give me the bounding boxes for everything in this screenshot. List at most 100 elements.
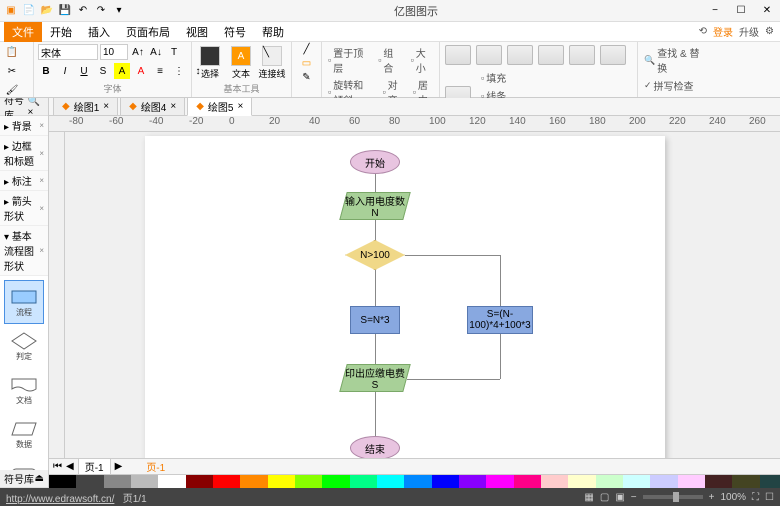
- upgrade-link[interactable]: 升级: [739, 24, 759, 39]
- view-mode-icon[interactable]: ▦: [584, 492, 593, 503]
- bring-front-btn[interactable]: ▫ 置于顶层: [326, 44, 370, 76]
- zoom-in-icon[interactable]: +: [709, 492, 715, 503]
- menu-symbols[interactable]: 符号: [216, 22, 254, 42]
- save-icon[interactable]: 💾: [58, 4, 72, 18]
- brush-icon[interactable]: 🖌: [4, 82, 20, 98]
- color-swatch[interactable]: [404, 475, 431, 488]
- highlight-icon[interactable]: A: [114, 63, 130, 79]
- page-viewport[interactable]: 开始 输入用电度数N N>100 S=N*3 S=(N-100)*4+100*3…: [65, 132, 780, 458]
- find-replace-btn[interactable]: 🔍 查找 & 替换: [642, 44, 706, 76]
- zoom-out-icon[interactable]: −: [631, 492, 637, 503]
- connector[interactable]: [405, 255, 500, 256]
- color-swatch[interactable]: [568, 475, 595, 488]
- rect-shape-icon[interactable]: ▭: [302, 58, 311, 69]
- menu-pagelayout[interactable]: 页面布局: [118, 22, 178, 42]
- color-swatch[interactable]: [514, 475, 541, 488]
- strike-icon[interactable]: S: [95, 63, 111, 79]
- color-swatch[interactable]: [459, 475, 486, 488]
- close-tab-icon[interactable]: ×: [237, 101, 243, 112]
- connector[interactable]: [375, 220, 376, 240]
- color-swatch[interactable]: [350, 475, 377, 488]
- color-swatch[interactable]: [186, 475, 213, 488]
- bullet-icon[interactable]: ⋮: [171, 63, 187, 79]
- flowchart-process1[interactable]: S=N*3: [350, 306, 400, 334]
- color-swatch[interactable]: [541, 475, 568, 488]
- flowchart-decision[interactable]: N>100: [345, 240, 405, 270]
- redo-icon[interactable]: ↷: [94, 4, 108, 18]
- color-swatch[interactable]: [596, 475, 623, 488]
- spellcheck-btn[interactable]: ✓ 拼写检查: [642, 77, 696, 94]
- close-button[interactable]: ✕: [758, 2, 776, 20]
- underline-icon[interactable]: U: [76, 63, 92, 79]
- connector[interactable]: [375, 174, 376, 192]
- page-next-icon[interactable]: ▶: [115, 461, 123, 472]
- color-swatch[interactable]: [623, 475, 650, 488]
- color-swatch[interactable]: [104, 475, 131, 488]
- fit-icon[interactable]: ⛶: [752, 492, 759, 503]
- color-swatch[interactable]: [268, 475, 295, 488]
- view-mode-icon[interactable]: ▢: [600, 492, 609, 503]
- new-icon[interactable]: 📄: [22, 4, 36, 18]
- color-swatch[interactable]: [760, 475, 780, 488]
- status-url[interactable]: http://www.edrawsoft.cn/: [6, 494, 114, 505]
- style-preset[interactable]: [600, 45, 626, 65]
- cat-background[interactable]: ▸ 背景×: [0, 116, 48, 136]
- panel-dropdown-icon[interactable]: ⏏: [35, 473, 44, 484]
- style-preset[interactable]: [538, 45, 564, 65]
- qat-dropdown-icon[interactable]: ▾: [112, 4, 126, 18]
- line-shape-icon[interactable]: ╱: [303, 44, 309, 55]
- paste-icon[interactable]: 📋: [4, 44, 20, 60]
- color-swatch[interactable]: [76, 475, 103, 488]
- color-swatch[interactable]: [705, 475, 732, 488]
- cut-icon[interactable]: ✂: [4, 63, 20, 79]
- group-btn[interactable]: ▫ 组合: [376, 44, 402, 76]
- font-increase-icon[interactable]: A↑: [130, 44, 146, 60]
- share-icon[interactable]: ⟲: [699, 26, 707, 37]
- view-mode-icon[interactable]: ▣: [615, 492, 624, 503]
- settings-icon[interactable]: ⚙: [765, 26, 774, 37]
- close-tab-icon[interactable]: ×: [103, 101, 109, 112]
- size-btn[interactable]: ▫ 大小: [409, 44, 435, 76]
- connector[interactable]: [500, 255, 501, 306]
- select-tool[interactable]: 选择: [196, 45, 224, 81]
- fill-btn[interactable]: ▫ 填充: [479, 69, 508, 86]
- menu-help[interactable]: 帮助: [254, 22, 292, 42]
- connector[interactable]: [375, 392, 376, 436]
- menu-file[interactable]: 文件: [4, 22, 42, 42]
- align-icon[interactable]: ≡: [152, 63, 168, 79]
- zoom-level[interactable]: 100%: [720, 492, 746, 503]
- close-tab-icon[interactable]: ×: [170, 101, 176, 112]
- style-preset[interactable]: [569, 45, 595, 65]
- page-first-icon[interactable]: ⏮: [53, 461, 62, 472]
- color-swatch[interactable]: [158, 475, 185, 488]
- color-swatch[interactable]: [732, 475, 759, 488]
- menu-insert[interactable]: 插入: [80, 22, 118, 42]
- shape-terminator[interactable]: 开始或结束: [4, 456, 44, 470]
- connector[interactable]: [500, 334, 501, 379]
- page-prev-icon[interactable]: ◀: [66, 461, 74, 472]
- tab-doc1[interactable]: ◆绘图1×: [53, 98, 118, 116]
- flowchart-process2[interactable]: S=(N-100)*4+100*3: [467, 306, 533, 334]
- color-swatch[interactable]: [678, 475, 705, 488]
- undo-icon[interactable]: ↶: [76, 4, 90, 18]
- font-size-select[interactable]: [100, 44, 128, 60]
- font-decrease-icon[interactable]: A↓: [148, 44, 164, 60]
- connector-tool[interactable]: ╲连接线: [258, 45, 286, 81]
- color-swatch[interactable]: [295, 475, 322, 488]
- open-icon[interactable]: 📂: [40, 4, 54, 18]
- italic-icon[interactable]: I: [57, 63, 73, 79]
- page-tab[interactable]: 页-1: [78, 458, 111, 475]
- shape-decision[interactable]: 判定: [4, 324, 44, 368]
- shape-process[interactable]: 流程: [4, 280, 44, 324]
- fontcolor-icon[interactable]: A: [133, 63, 149, 79]
- font-family-select[interactable]: [38, 44, 98, 60]
- color-swatch[interactable]: [131, 475, 158, 488]
- flowchart-output[interactable]: 印出应缴电费S: [339, 364, 411, 392]
- panel-search-icon[interactable]: 🔍 ×: [28, 98, 45, 118]
- cat-callout[interactable]: ▸ 标注×: [0, 171, 48, 191]
- connector[interactable]: [375, 270, 376, 306]
- tab-doc5[interactable]: ◆绘图5×: [187, 98, 252, 116]
- shape-data[interactable]: 数据: [4, 412, 44, 456]
- maximize-button[interactable]: ☐: [732, 2, 750, 20]
- text-tool[interactable]: A文本: [227, 45, 255, 81]
